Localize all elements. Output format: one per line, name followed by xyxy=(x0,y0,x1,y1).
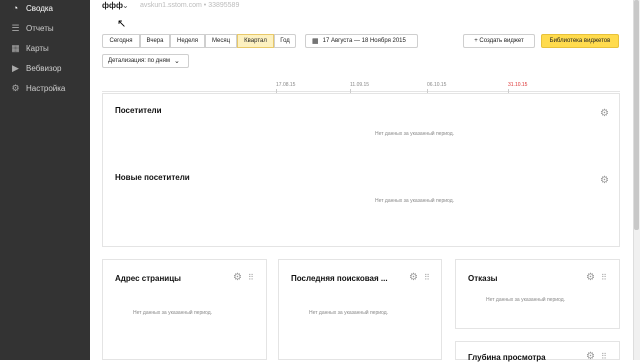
period-quarter-button[interactable]: Квартал xyxy=(237,34,274,48)
widget-title-visitors: Посетители xyxy=(115,106,162,115)
no-data-message: Нет данных за указанный период. xyxy=(309,310,389,316)
date-range-picker[interactable]: ▦ 17 Августа — 18 Ноября 2015 xyxy=(305,34,418,48)
ruler-tick-current: 31.10.15 xyxy=(508,82,528,88)
drag-handle-icon[interactable]: ⠿ xyxy=(248,273,254,282)
counter-name[interactable]: ффф xyxy=(102,1,123,10)
scrollbar-thumb[interactable] xyxy=(634,0,639,230)
widget-page-address: Адрес страницы ⚙ ⠿ Нет данных за указанн… xyxy=(102,259,267,360)
sidebar-item-label: Отчеты xyxy=(26,23,54,33)
detail-select[interactable]: Детализация: по дням ⌄ xyxy=(102,54,189,68)
sidebar-item-reports[interactable]: ☰ Отчеты xyxy=(10,21,54,35)
maps-icon: ▦ xyxy=(11,42,20,53)
widget-view-depth: Глубина просмотра ⚙ ⠿ xyxy=(455,341,620,362)
no-data-message: Нет данных за указанный период. xyxy=(133,310,213,316)
sidebar-item-label: Вебвизор xyxy=(26,63,62,73)
gear-icon[interactable]: ⚙ xyxy=(600,108,609,119)
ruler-tick: 11.09.15 xyxy=(350,82,370,88)
create-widget-button[interactable]: + Создать виджет xyxy=(463,34,535,48)
drag-handle-icon[interactable]: ⠿ xyxy=(601,273,607,282)
sidebar-item-maps[interactable]: ▦ Карты xyxy=(10,41,49,55)
calendar-icon: ▦ xyxy=(312,38,319,45)
dashboard-icon: ◔ xyxy=(12,3,19,13)
webvisor-play-icon: ▶ xyxy=(12,62,19,73)
sidebar-item-webvisor[interactable]: ▶ Вебвизор xyxy=(10,61,61,75)
period-week-button[interactable]: Неделя xyxy=(170,34,205,48)
sidebar-item-settings[interactable]: ⚙ Настройка xyxy=(10,81,65,95)
sidebar-item-label: Карты xyxy=(26,43,49,53)
no-data-message: Нет данных за указанный период. xyxy=(375,198,455,204)
widget-title: Глубина просмотра xyxy=(468,353,546,362)
widget-library-button[interactable]: Библиотека виджетов xyxy=(541,34,619,48)
widget-bounces: Отказы ⚙ ⠿ Нет данных за указанный перио… xyxy=(455,259,620,329)
counter-url: avskun1.sstom.com • 33895589 xyxy=(140,2,240,9)
chevron-down-icon[interactable]: ⌄ xyxy=(122,1,129,10)
gear-icon[interactable]: ⚙ xyxy=(409,272,418,283)
sidebar-item-label: Сводка xyxy=(26,3,54,13)
widget-title-new-visitors: Новые посетители xyxy=(115,173,190,182)
no-data-message: Нет данных за указанный период. xyxy=(486,297,566,303)
settings-gear-icon: ⚙ xyxy=(11,82,20,93)
date-range-label: 17 Августа — 18 Ноября 2015 xyxy=(322,38,406,44)
period-year-button[interactable]: Год xyxy=(274,34,296,48)
sidebar-item-svodka[interactable]: ◔ Сводка xyxy=(10,1,53,15)
period-yesterday-button[interactable]: Вчера xyxy=(140,34,170,48)
ruler-tick: 06.10.15 xyxy=(427,82,447,88)
drag-handle-icon[interactable]: ⠿ xyxy=(424,273,430,282)
reports-icon: ☰ xyxy=(11,22,20,33)
detail-select-label: Детализация: по дням xyxy=(108,58,170,64)
period-today-button[interactable]: Сегодня xyxy=(102,34,140,48)
widget-title: Адрес страницы xyxy=(115,274,181,283)
gear-icon[interactable]: ⚙ xyxy=(586,351,595,362)
sidebar: ◔ Сводка ☰ Отчеты ▦ Карты ▶ Вебвизор ⚙ Н… xyxy=(0,0,90,360)
widget-title: Отказы xyxy=(468,274,498,283)
gear-icon[interactable]: ⚙ xyxy=(600,175,609,186)
ruler-tick: 17.08.15 xyxy=(276,82,296,88)
mouse-cursor-icon: ↖ xyxy=(117,18,127,30)
sidebar-item-label: Настройка xyxy=(26,83,66,93)
widget-title: Последняя поисковая ... xyxy=(291,274,388,283)
gear-icon[interactable]: ⚙ xyxy=(586,272,595,283)
period-month-button[interactable]: Месяц xyxy=(205,34,237,48)
widget-last-search-phrase: Последняя поисковая ... ⚙ ⠿ Нет данных з… xyxy=(278,259,442,360)
timeline-ruler: 17.08.15 11.09.15 06.10.15 31.10.15 xyxy=(102,82,620,93)
visitors-chart-card: Посетители ⚙ Нет данных за указанный пер… xyxy=(102,93,620,247)
gear-icon[interactable]: ⚙ xyxy=(233,272,242,283)
no-data-message: Нет данных за указанный период. xyxy=(375,131,455,137)
chevron-down-icon: ⌄ xyxy=(173,58,180,65)
